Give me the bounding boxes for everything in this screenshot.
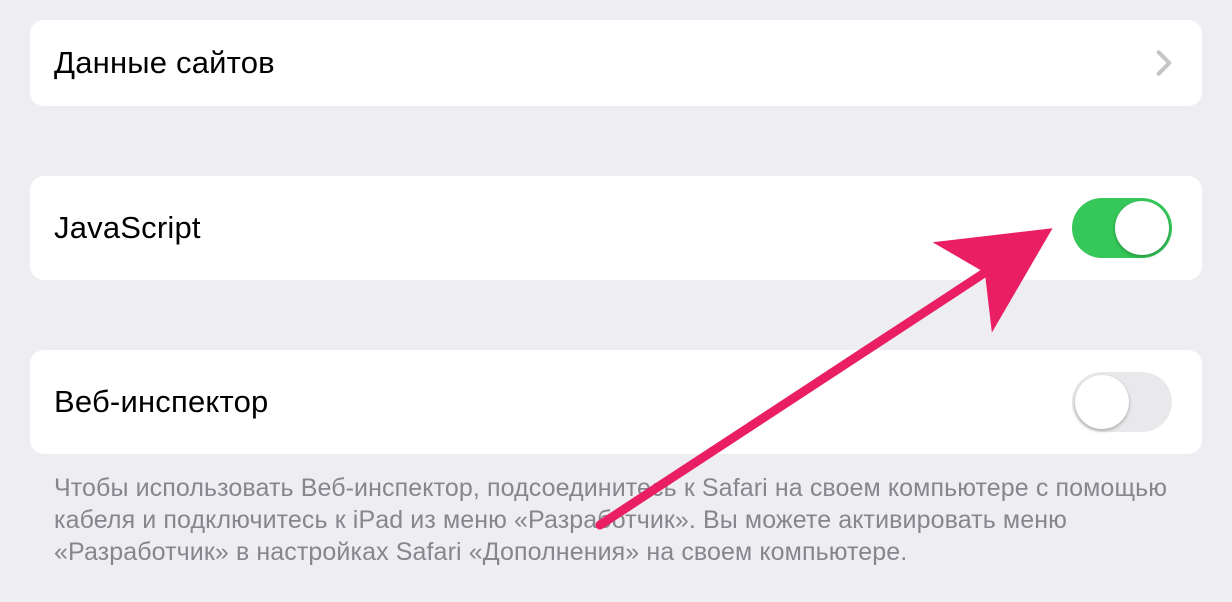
toggle-knob <box>1075 375 1129 429</box>
web-inspector-footer: Чтобы использовать Веб-инспектор, подсое… <box>30 472 1202 568</box>
javascript-row: JavaScript <box>30 176 1202 280</box>
javascript-label: JavaScript <box>54 210 201 246</box>
web-inspector-group: Веб-инспектор <box>30 350 1202 454</box>
site-data-row[interactable]: Данные сайтов <box>30 20 1202 106</box>
javascript-toggle[interactable] <box>1072 198 1172 258</box>
toggle-knob <box>1115 201 1169 255</box>
web-inspector-label: Веб-инспектор <box>54 384 268 420</box>
site-data-group: Данные сайтов <box>30 20 1202 106</box>
web-inspector-row: Веб-инспектор <box>30 350 1202 454</box>
site-data-label: Данные сайтов <box>54 45 275 81</box>
web-inspector-toggle[interactable] <box>1072 372 1172 432</box>
javascript-group: JavaScript <box>30 176 1202 280</box>
chevron-right-icon <box>1156 49 1172 77</box>
